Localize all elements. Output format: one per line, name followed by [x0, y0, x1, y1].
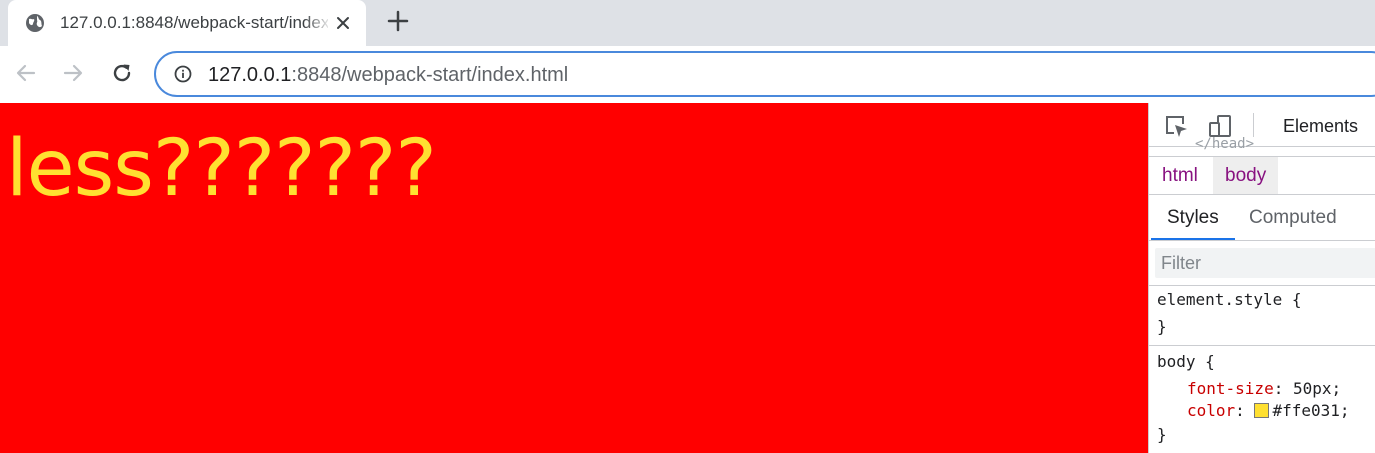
- devtools-panel: Elements </head> html body Styles Comput…: [1148, 103, 1375, 453]
- back-arrow-icon: [14, 61, 38, 90]
- declaration-color[interactable]: color: #ffe031;: [1187, 401, 1350, 421]
- reload-icon: [110, 61, 134, 90]
- rule-selector[interactable]: element.style {: [1157, 290, 1302, 310]
- page-viewport: less???????: [0, 103, 1148, 453]
- url-path: :8848/webpack-start/index.html: [291, 64, 569, 86]
- forward-button[interactable]: [57, 59, 89, 91]
- property-name: font-size: [1187, 379, 1274, 398]
- browser-toolbar: 127.0.0.1:8848/webpack-start/index.html: [0, 46, 1375, 103]
- tab-styles[interactable]: Styles: [1151, 195, 1235, 240]
- breadcrumb-body[interactable]: body: [1213, 157, 1279, 194]
- property-name: color: [1187, 401, 1236, 420]
- colon: :: [1273, 379, 1293, 398]
- tab-title-fade: [304, 8, 332, 38]
- style-rule-element-style: element.style { }: [1149, 285, 1375, 345]
- tab-strip: 127.0.0.1:8848/webpack-start/index.html: [0, 0, 1375, 46]
- url-text: 127.0.0.1:8848/webpack-start/index.html: [208, 63, 568, 87]
- dom-tree-clipped-line: </head>: [1195, 136, 1255, 152]
- reload-button[interactable]: [106, 59, 138, 91]
- property-value: #ffe031;: [1272, 401, 1350, 420]
- rule-selector[interactable]: body {: [1157, 352, 1215, 372]
- toolbar-divider: [1253, 113, 1254, 137]
- tab-title: 127.0.0.1:8848/webpack-start/index.html: [60, 13, 328, 32]
- styles-subtabs: Styles Computed: [1149, 195, 1375, 241]
- inspect-element-icon[interactable]: [1163, 113, 1189, 139]
- colon: :: [1235, 401, 1255, 420]
- forward-arrow-icon: [61, 61, 85, 90]
- color-swatch[interactable]: [1254, 403, 1270, 418]
- style-rule-body: body { font-size: 50px; color: #ffe031; …: [1149, 345, 1375, 453]
- filter-input[interactable]: [1155, 248, 1375, 278]
- declaration-font-size[interactable]: font-size: 50px;: [1187, 379, 1341, 399]
- url-host: 127.0.0.1: [208, 64, 292, 86]
- close-icon[interactable]: [332, 12, 354, 34]
- dom-breadcrumb: html body: [1149, 156, 1375, 195]
- plus-icon: [387, 10, 409, 37]
- browser-tab[interactable]: 127.0.0.1:8848/webpack-start/index.html: [8, 0, 366, 46]
- devtools-toolbar: Elements </head>: [1149, 103, 1375, 152]
- info-icon[interactable]: [174, 65, 192, 83]
- browser-window: 127.0.0.1:8848/webpack-start/index.html: [0, 0, 1375, 453]
- rule-close-brace: }: [1157, 425, 1167, 444]
- rule-close-brace: }: [1157, 317, 1167, 336]
- tab-computed[interactable]: Computed: [1233, 195, 1353, 240]
- breadcrumb-html[interactable]: html: [1150, 157, 1210, 194]
- property-value: 50px;: [1292, 379, 1342, 398]
- globe-icon: [25, 13, 45, 33]
- styles-filter: [1155, 248, 1375, 278]
- page-heading-text: less???????: [6, 124, 437, 214]
- back-button[interactable]: [10, 59, 42, 91]
- address-bar[interactable]: 127.0.0.1:8848/webpack-start/index.html: [154, 51, 1375, 97]
- tab-elements[interactable]: Elements: [1283, 115, 1358, 137]
- new-tab-button[interactable]: [385, 10, 411, 36]
